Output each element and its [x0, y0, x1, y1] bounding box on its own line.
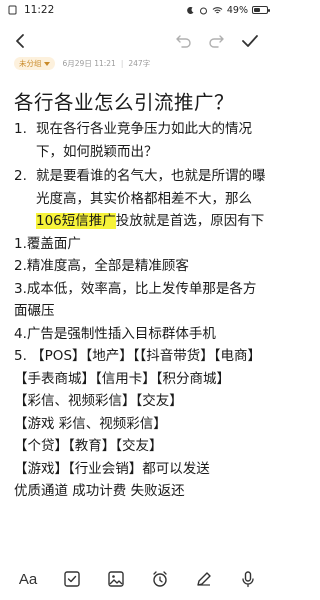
redo-button[interactable]	[204, 29, 228, 53]
microphone-icon	[242, 571, 254, 588]
point-line: 3.成本低，效率高，比上发传单那是各方面碾压	[14, 280, 257, 320]
wifi-icon	[212, 6, 223, 13]
pen-icon	[197, 572, 211, 586]
list-number: 2.	[14, 168, 27, 184]
redo-icon	[209, 35, 224, 48]
notification-icons: 11:22	[8, 4, 54, 16]
folder-tag[interactable]: 未分组	[14, 57, 55, 70]
point-line: 优质通道 成功计费 失败返还	[14, 483, 185, 499]
status-right: 49%	[186, 4, 270, 16]
note-title[interactable]: 各行各业怎么引流推广？	[14, 86, 234, 115]
reminder-button[interactable]	[147, 566, 173, 592]
point-line: 5. 【POS】【地产】【【抖音带货】【电商】【手表商城】【信用卡】【积分商城】	[14, 348, 262, 387]
text-format-icon: Aa	[18, 570, 38, 588]
note-body[interactable]: 1. 现在各行各业竞争压力如此大的情况下，如何脱颖而出？ 2. 就是要看谁的名气…	[14, 118, 268, 503]
note-datetime: 6月29日 11:21	[62, 59, 116, 68]
point-line: 【个贷】【教育】【交友】	[14, 438, 163, 454]
battery-icon	[252, 6, 270, 14]
alarm-icon	[199, 7, 207, 14]
done-button[interactable]	[238, 29, 262, 53]
voice-input-button[interactable]	[235, 566, 261, 592]
list-number: 1.	[14, 121, 27, 137]
word-count: 247字	[128, 59, 151, 68]
undo-icon	[176, 35, 191, 48]
do-not-disturb-icon	[187, 6, 194, 14]
point-line: 【游戏】【行业会销】都可以发送	[14, 460, 210, 477]
list-text: 就是要看谁的名气大，也就是所谓的曝光度高，其实价格都相差不大，那么 106短信推广…	[36, 165, 268, 233]
status-bar: 11:22 49%	[0, 0, 276, 20]
highlighted-text: 106短信推广	[36, 213, 116, 229]
point-line: 【彩信、视频彩信】【交友】	[14, 393, 183, 409]
editor-toolbar	[0, 26, 276, 56]
list-text: 现在各行各业竞争压力如此大的情况下，如何脱颖而出？	[36, 121, 252, 160]
draw-button[interactable]	[191, 566, 217, 592]
checkbox-icon	[64, 571, 80, 587]
checklist-button[interactable]	[59, 566, 85, 592]
text-format-button[interactable]: Aa	[15, 566, 41, 592]
list-text-after: 投放就是首选，原因有下	[115, 213, 265, 229]
note-meta: 未分组 6月29日 11:21 | 247字	[14, 57, 150, 70]
undo-button[interactable]	[172, 29, 196, 53]
meta-divider: |	[120, 59, 124, 68]
point-line: 2.精准度高，全部是精准顾客	[14, 258, 189, 274]
folder-label: 未分组	[19, 59, 42, 68]
status-time: 11:22	[24, 4, 55, 16]
list-item: 2. 就是要看谁的名气大，也就是所谓的曝光度高，其实价格都相差不大，那么 106短…	[14, 165, 268, 233]
bottom-toolbar: Aa	[0, 558, 276, 600]
battery-percent: 49%	[226, 4, 248, 16]
point-line: 4.广告是强制性插入目标群体手机	[14, 325, 216, 342]
image-icon	[108, 571, 124, 587]
chevron-left-icon	[16, 34, 24, 48]
back-button[interactable]	[8, 29, 32, 53]
point-line: 1.覆盖面广	[14, 235, 81, 252]
check-icon	[242, 35, 258, 47]
insert-image-button[interactable]	[103, 566, 129, 592]
list-text-before: 就是要看谁的名气大，也就是所谓的曝光度高，其实价格都相差不大，那么	[36, 168, 266, 207]
list-item: 1. 现在各行各业竞争压力如此大的情况下，如何脱颖而出？	[14, 118, 268, 163]
caret-down-icon	[43, 61, 50, 66]
point-line: 【游戏 彩信、视频彩信】	[14, 415, 167, 432]
alarm-clock-icon	[153, 571, 167, 587]
sim-icon	[8, 5, 17, 15]
